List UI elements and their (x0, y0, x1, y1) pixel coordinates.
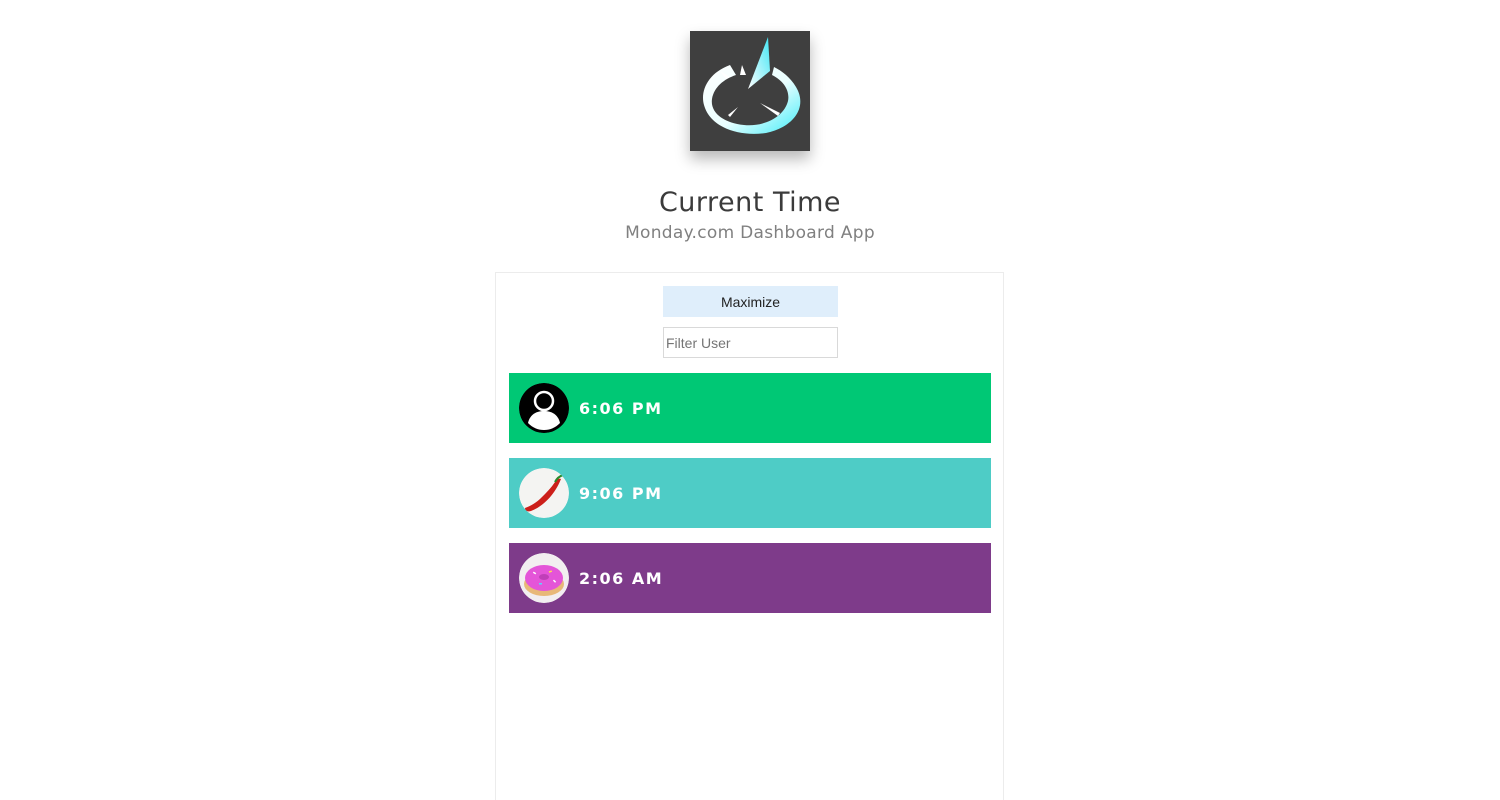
user-time-label: 9:06 PM (579, 483, 663, 503)
user-times-panel: Maximize 6:06 PM 9:06 PM (495, 272, 1004, 800)
clock-logo-icon (690, 31, 810, 151)
page-title: Current Time (658, 187, 842, 218)
user-row[interactable]: 6:06 PM (509, 373, 991, 443)
maximize-button[interactable]: Maximize (663, 286, 838, 317)
user-time-label: 2:06 AM (579, 568, 664, 588)
page-subtitle: Monday.com Dashboard App (625, 223, 875, 243)
user-time-label: 6:06 PM (579, 398, 663, 418)
chili-pepper-avatar-icon (519, 468, 569, 518)
filter-user-input[interactable] (663, 327, 838, 358)
user-row[interactable]: 9:06 PM (509, 458, 991, 528)
default-user-avatar-icon (519, 383, 569, 433)
donut-avatar-icon (519, 553, 569, 603)
page: Current Time Monday.com Dashboard App Ma… (0, 0, 1500, 800)
user-row[interactable]: 2:06 AM (509, 543, 991, 613)
